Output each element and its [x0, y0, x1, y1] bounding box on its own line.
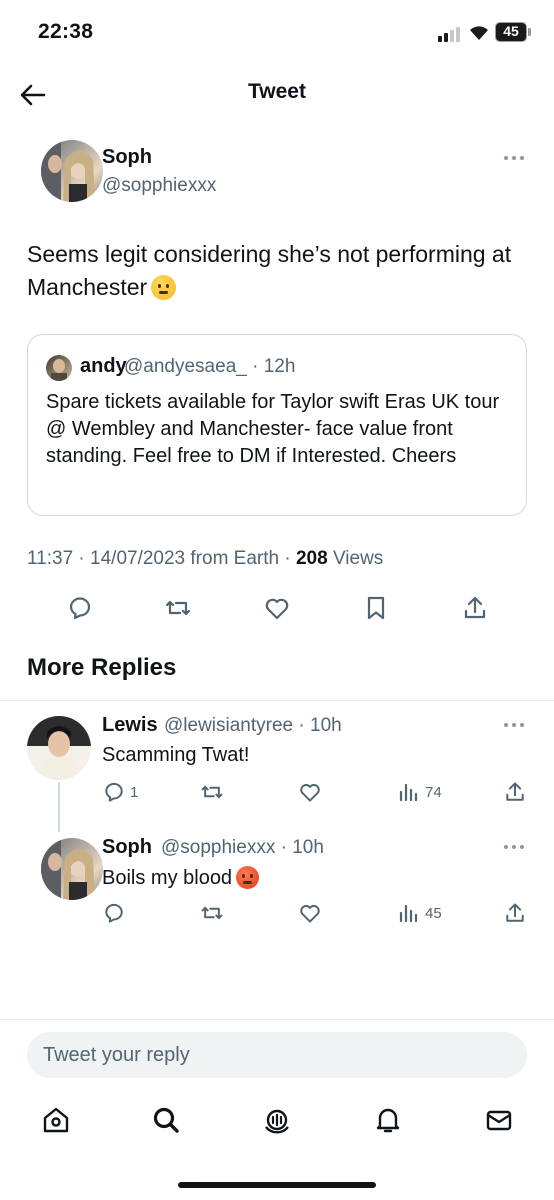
like-icon[interactable]	[298, 780, 322, 804]
like-icon[interactable]	[298, 901, 322, 925]
quoted-author-name: andy	[80, 355, 127, 377]
views-icon[interactable]	[397, 780, 421, 804]
quoted-avatar	[46, 355, 72, 381]
more-options-icon[interactable]	[504, 843, 526, 851]
wifi-icon	[468, 22, 490, 42]
home-icon[interactable]	[41, 1105, 71, 1135]
share-icon[interactable]	[461, 594, 489, 622]
reply-author-handle[interactable]: @sopphiexxx · 10h	[161, 837, 324, 859]
views-icon[interactable]	[397, 901, 421, 925]
avatar[interactable]	[27, 716, 91, 780]
retweet-icon[interactable]	[200, 901, 224, 925]
reply-author-handle[interactable]: @lewisiantyree · 10h	[164, 715, 342, 737]
reply-author-name[interactable]: Soph	[102, 836, 152, 859]
divider	[0, 1019, 554, 1020]
status-time: 22:38	[38, 20, 94, 43]
author-name[interactable]: Soph	[102, 146, 152, 169]
angry-face-icon	[236, 866, 260, 889]
home-indicator	[178, 1182, 376, 1188]
thinking-face-icon	[151, 275, 177, 300]
retweet-icon[interactable]	[200, 780, 224, 804]
header: Tweet	[0, 66, 554, 122]
notifications-bell-icon[interactable]	[373, 1105, 403, 1135]
cellular-signal-icon	[438, 26, 462, 42]
divider	[0, 700, 554, 701]
reply-text: Boils my blood	[102, 866, 260, 890]
reply-icon[interactable]	[102, 901, 126, 925]
avatar[interactable]	[41, 140, 103, 202]
views-count: 45	[425, 905, 442, 922]
search-icon[interactable]	[151, 1105, 181, 1135]
thread-line	[58, 782, 60, 832]
page-title: Tweet	[248, 80, 306, 103]
tweet-text: Seems legit considering she’s not perfor…	[27, 238, 527, 304]
more-options-icon[interactable]	[504, 154, 526, 162]
more-options-icon[interactable]	[504, 721, 526, 729]
views-count: 74	[425, 784, 442, 801]
spaces-icon[interactable]	[262, 1105, 292, 1135]
quoted-tweet[interactable]: andy @andyesaea_ · 12h Spare tickets ava…	[27, 334, 527, 516]
reply-icon[interactable]	[66, 594, 94, 622]
quoted-tweet-text: Spare tickets available for Taylor swift…	[46, 391, 500, 467]
like-icon[interactable]	[263, 594, 291, 622]
retweet-icon[interactable]	[164, 594, 192, 622]
tweet-text-body: Seems legit considering she’s not perfor…	[27, 241, 512, 300]
status-bar: 22:38 45	[0, 0, 554, 66]
bookmark-icon[interactable]	[362, 594, 390, 622]
battery-level: 45	[495, 22, 527, 42]
reply-text: Scamming Twat!	[102, 744, 250, 766]
reply-author-name[interactable]: Lewis	[102, 714, 158, 737]
reply-count: 1	[130, 784, 139, 801]
battery-icon: 45	[495, 22, 531, 42]
avatar[interactable]	[41, 838, 103, 900]
share-icon[interactable]	[503, 901, 527, 925]
share-icon[interactable]	[503, 780, 527, 804]
quoted-author-handle: @andyesaea_ · 12h	[124, 356, 296, 377]
reply-icon[interactable]	[102, 780, 126, 804]
more-replies-heading: More Replies	[27, 654, 177, 681]
views-count: 208	[295, 548, 328, 569]
author-handle[interactable]: @sopphiexxx	[102, 175, 216, 197]
tweet-meta: 11:37 · 14/07/2023 from Earth · 208 View…	[27, 548, 384, 569]
reply-input[interactable]	[27, 1032, 527, 1078]
messages-envelope-icon[interactable]	[484, 1105, 514, 1135]
